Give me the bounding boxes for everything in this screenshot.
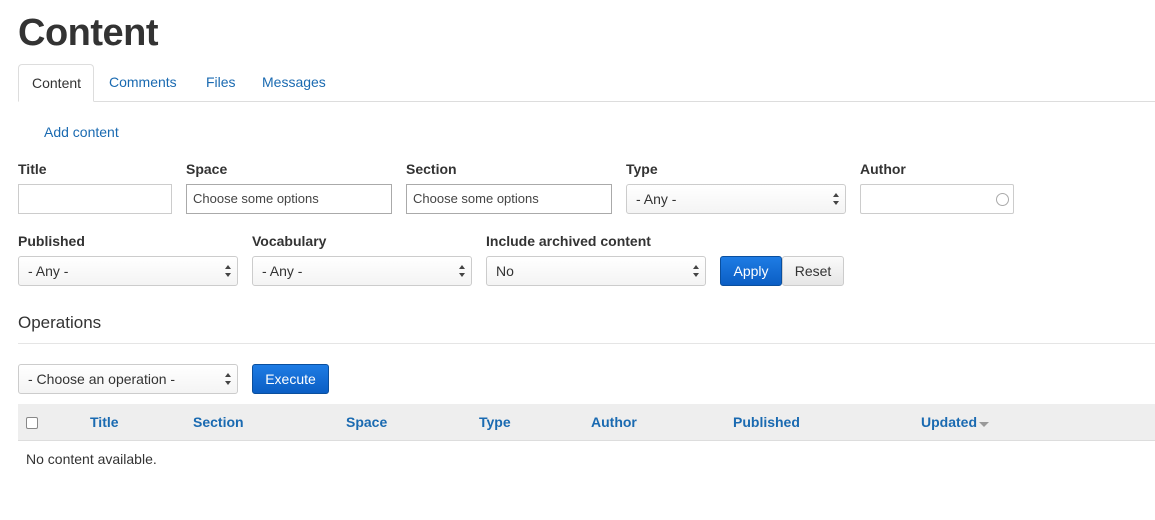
title-filter-input[interactable]	[18, 184, 172, 214]
column-header-space[interactable]: Space	[346, 404, 387, 441]
archived-filter-value: No	[496, 263, 514, 279]
archived-filter-select[interactable]: No	[486, 256, 706, 286]
published-filter-select[interactable]: - Any -	[18, 256, 238, 286]
type-filter-select[interactable]: - Any -	[626, 184, 846, 214]
tab-content[interactable]: Content	[18, 64, 94, 102]
sort-descending-icon	[979, 421, 989, 427]
tab-comments[interactable]: Comments	[96, 64, 190, 102]
select-arrows-icon	[693, 265, 699, 277]
tab-messages[interactable]: Messages	[249, 64, 339, 102]
operation-select[interactable]: - Choose an operation -	[18, 364, 238, 394]
select-arrows-icon	[225, 265, 231, 277]
column-header-title[interactable]: Title	[90, 404, 119, 441]
select-arrows-icon	[225, 373, 231, 385]
page-title: Content	[18, 12, 159, 54]
section-filter-input[interactable]: Choose some options	[406, 184, 612, 214]
section-filter-label: Section	[406, 161, 457, 177]
column-header-type[interactable]: Type	[479, 404, 511, 441]
apply-button[interactable]: Apply	[720, 256, 782, 286]
operations-heading: Operations	[18, 313, 102, 332]
select-all-checkbox[interactable]	[26, 417, 38, 429]
space-filter-label: Space	[186, 161, 228, 177]
type-filter-label: Type	[626, 161, 658, 177]
empty-table-message: No content available.	[26, 451, 157, 467]
reset-button[interactable]: Reset	[782, 256, 844, 286]
operation-select-value: - Choose an operation -	[28, 371, 176, 387]
column-header-section[interactable]: Section	[193, 404, 244, 441]
author-filter-label: Author	[860, 161, 906, 177]
execute-button[interactable]: Execute	[252, 364, 329, 394]
title-filter-label: Title	[18, 161, 47, 177]
column-header-updated: Updated	[921, 414, 977, 430]
add-content-link[interactable]: Add content	[44, 124, 119, 140]
column-header-published[interactable]: Published	[733, 404, 800, 441]
column-header-updated-wrap[interactable]: Updated	[921, 404, 989, 441]
vocabulary-filter-value: - Any -	[262, 263, 303, 279]
tab-files[interactable]: Files	[193, 64, 249, 102]
type-filter-value: - Any -	[636, 191, 677, 207]
tab-bar: Content Comments Files Messages	[18, 64, 1155, 102]
column-header-author[interactable]: Author	[591, 404, 637, 441]
archived-filter-label: Include archived content	[486, 233, 651, 249]
author-filter-input[interactable]	[860, 184, 1014, 214]
select-arrows-icon	[459, 265, 465, 277]
section-divider	[18, 343, 1155, 344]
space-filter-input[interactable]: Choose some options	[186, 184, 392, 214]
vocabulary-filter-select[interactable]: - Any -	[252, 256, 472, 286]
autocomplete-throbber-icon	[996, 193, 1009, 206]
published-filter-value: - Any -	[28, 263, 69, 279]
select-arrows-icon	[833, 193, 839, 205]
content-table-header: Title Section Space Type Author Publishe…	[18, 404, 1155, 441]
published-filter-label: Published	[18, 233, 85, 249]
vocabulary-filter-label: Vocabulary	[252, 233, 327, 249]
